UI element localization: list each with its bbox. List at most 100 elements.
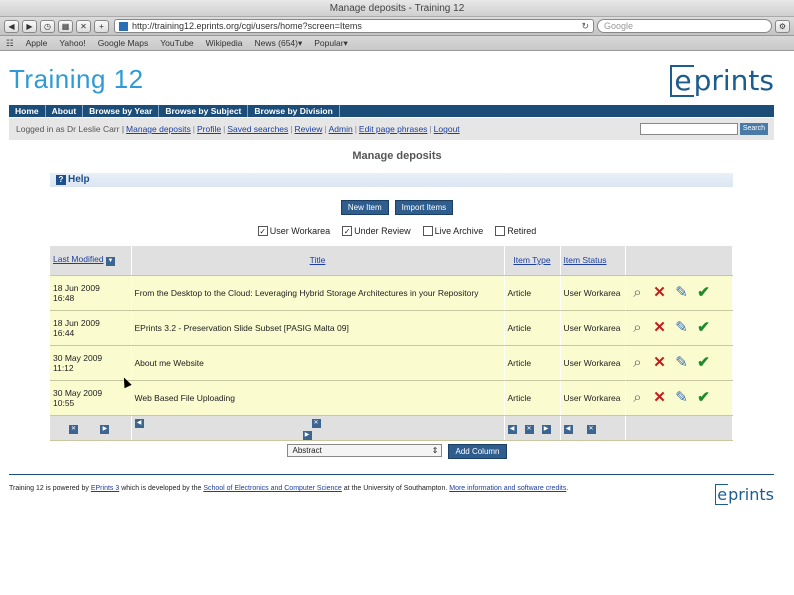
- eprints-link[interactable]: EPrints 3: [91, 485, 119, 492]
- footer-eprints-logo[interactable]: eprints: [715, 484, 774, 505]
- view-icon[interactable]: ⌕: [629, 389, 647, 407]
- link-edit-phrases[interactable]: Edit page phrases: [359, 124, 428, 134]
- site-search-button[interactable]: Search: [739, 123, 768, 135]
- deposit-check-icon[interactable]: ✔: [695, 319, 713, 337]
- forward-icon[interactable]: ▶: [22, 19, 37, 33]
- move-right-icon[interactable]: ▶: [541, 424, 551, 434]
- nav-browse-subject[interactable]: Browse by Subject: [159, 105, 249, 117]
- move-left-icon[interactable]: ◀: [507, 424, 517, 434]
- cell-item-type: Article: [504, 380, 561, 416]
- nav-home[interactable]: Home: [9, 105, 46, 117]
- col-item-status[interactable]: Item Status: [560, 246, 626, 276]
- rss-icon[interactable]: ✕: [76, 19, 91, 33]
- filter-live-archive[interactable]: Live Archive: [422, 226, 483, 236]
- filter-user-workarea[interactable]: ✓ User Workarea: [257, 226, 330, 236]
- remove-column-icon[interactable]: ✕: [311, 418, 321, 428]
- school-link[interactable]: School of Electronics and Computer Scien…: [203, 485, 342, 492]
- history-icon[interactable]: ◷: [40, 19, 55, 33]
- nav-browse-year[interactable]: Browse by Year: [83, 105, 160, 117]
- grid-icon[interactable]: ▦: [58, 19, 73, 33]
- checkbox[interactable]: ✓: [257, 226, 268, 236]
- view-icon[interactable]: ⌕: [629, 354, 647, 372]
- column-select[interactable]: Abstract ⇕: [287, 444, 443, 457]
- remove-column-icon[interactable]: ✕: [69, 424, 79, 434]
- search-input[interactable]: Google: [597, 19, 772, 33]
- col-title[interactable]: Title: [131, 246, 505, 276]
- bookmark-apple[interactable]: Apple: [26, 38, 48, 48]
- bookmark-youtube[interactable]: YouTube: [160, 38, 193, 48]
- cell-item-status: User Workarea: [560, 275, 626, 311]
- move-left-icon[interactable]: ◀: [134, 418, 144, 428]
- col-actions: [625, 246, 733, 276]
- table-row: 30 May 2009 10:55 Web Based File Uploading…: [50, 380, 733, 416]
- cell-item-status: User Workarea: [560, 310, 626, 346]
- checkbox[interactable]: [422, 226, 433, 236]
- delete-icon[interactable]: ✕: [651, 284, 669, 302]
- bookmark-popular[interactable]: Popular▾: [314, 38, 348, 49]
- edit-icon[interactable]: ✎: [673, 284, 691, 302]
- col-last-modified[interactable]: Last Modified ▼: [50, 246, 132, 276]
- nav-browse-division[interactable]: Browse by Division: [248, 105, 340, 117]
- help-label: Help: [68, 174, 90, 185]
- link-manage-deposits[interactable]: Manage deposits: [126, 124, 191, 134]
- new-item-button[interactable]: New Item: [340, 200, 389, 215]
- cell-item-type: Article: [504, 275, 561, 311]
- delete-icon[interactable]: ✕: [651, 389, 669, 407]
- delete-icon[interactable]: ✕: [651, 319, 669, 337]
- help-bar[interactable]: ? Help: [50, 173, 733, 187]
- link-admin[interactable]: Admin: [329, 124, 353, 134]
- site-search-input[interactable]: [639, 123, 738, 135]
- user-bar: Logged in as Dr Leslie Carr | Manage dep…: [9, 118, 774, 140]
- view-icon[interactable]: ⌕: [629, 284, 647, 302]
- reading-list-icon[interactable]: ☷: [6, 38, 14, 49]
- edit-icon[interactable]: ✎: [673, 319, 691, 337]
- link-logout[interactable]: Logout: [434, 124, 460, 134]
- nav-about[interactable]: About: [46, 105, 84, 117]
- table-row: 18 Jun 2009 16:48 From the Desktop to the …: [50, 275, 733, 311]
- edit-icon[interactable]: ✎: [673, 354, 691, 372]
- bookmark-wikipedia[interactable]: Wikipedia: [206, 38, 243, 48]
- cell-title: About me Website: [131, 345, 505, 381]
- col-item-type[interactable]: Item Type: [504, 246, 561, 276]
- deposit-check-icon[interactable]: ✔: [695, 354, 713, 372]
- checkbox[interactable]: ✓: [342, 226, 353, 236]
- deposit-check-icon[interactable]: ✔: [695, 284, 713, 302]
- add-bookmark-icon[interactable]: +: [94, 19, 109, 33]
- col-controls-item-type: ◀ ✕ ▶: [504, 415, 561, 441]
- page-title: Manage deposits: [352, 150, 442, 162]
- add-column-button[interactable]: Add Column: [448, 444, 507, 459]
- deposit-check-icon[interactable]: ✔: [695, 389, 713, 407]
- bookmark-yahoo[interactable]: Yahoo!: [59, 38, 85, 48]
- edit-icon[interactable]: ✎: [673, 389, 691, 407]
- filter-retired[interactable]: Retired: [495, 226, 536, 236]
- link-saved-searches[interactable]: Saved searches: [227, 124, 288, 134]
- browser-toolbar: ◀ ▶ ◷ ▦ ✕ + http://training12.eprints.or…: [0, 17, 794, 36]
- remove-column-icon[interactable]: ✕: [524, 424, 534, 434]
- bookmark-news[interactable]: News (654)▾: [255, 38, 303, 49]
- filter-under-review[interactable]: ✓ Under Review: [342, 226, 411, 236]
- link-profile[interactable]: Profile: [197, 124, 221, 134]
- move-right-icon[interactable]: ▶: [100, 424, 110, 434]
- import-items-button[interactable]: Import Items: [394, 200, 454, 215]
- sort-desc-icon[interactable]: ▼: [105, 257, 115, 267]
- bookmark-google-maps[interactable]: Google Maps: [98, 38, 149, 48]
- bookmarks-bar: ☷ Apple Yahoo! Google Maps YouTube Wikip…: [0, 36, 794, 51]
- delete-icon[interactable]: ✕: [651, 354, 669, 372]
- settings-icon[interactable]: ⚙: [775, 19, 790, 33]
- reload-icon[interactable]: ↻: [581, 20, 589, 32]
- credits-link[interactable]: More information and software credits: [449, 485, 566, 492]
- cell-last-modified: 30 May 2009 11:12: [50, 345, 132, 381]
- site-title[interactable]: Training 12: [9, 64, 144, 95]
- back-icon[interactable]: ◀: [4, 19, 19, 33]
- move-right-icon[interactable]: ▶: [302, 430, 312, 440]
- move-left-icon[interactable]: ◀: [563, 424, 573, 434]
- remove-column-icon[interactable]: ✕: [586, 424, 596, 434]
- link-review[interactable]: Review: [295, 124, 323, 134]
- col-controls-last-modified: ✕ ▶: [50, 415, 132, 441]
- cell-item-type: Article: [504, 345, 561, 381]
- window-title: Manage deposits - Training 12: [0, 0, 794, 17]
- table-row: 30 May 2009 11:12 About me Website Article U…: [50, 345, 733, 381]
- view-icon[interactable]: ⌕: [629, 319, 647, 337]
- checkbox[interactable]: [495, 226, 506, 236]
- address-bar[interactable]: http://training12.eprints.org/cgi/users/…: [114, 19, 594, 33]
